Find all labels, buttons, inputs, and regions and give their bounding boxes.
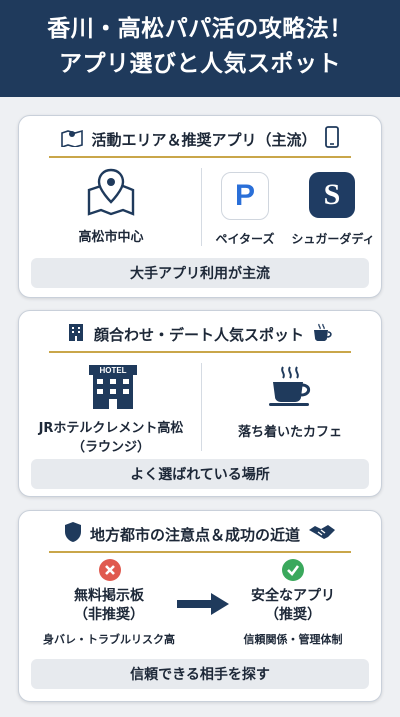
card1-separator <box>201 168 202 246</box>
card2-separator <box>201 363 202 451</box>
card3-divider <box>49 551 351 553</box>
spot2-label: 落ち着いたカフェ <box>237 425 342 440</box>
area-apps-card: 活動エリア＆推奨アプリ（主流） 高松市中心 P ペイターズ S シュガーダディ … <box>18 115 382 298</box>
error-x-icon <box>99 559 121 585</box>
hotel-sign-text: HOTEL <box>99 366 126 375</box>
card2-divider <box>49 351 351 353</box>
map-icon <box>61 127 84 151</box>
hotel-icon: HOTEL <box>85 363 141 413</box>
card3-footer-bar: 信頼できる相手を探す <box>31 659 369 689</box>
handshake-icon <box>308 522 336 546</box>
tips-card: 地方都市の注意点＆成功の近道 無料掲示板 （非推奨） 身バレ・トラブルリスク高 … <box>18 510 382 702</box>
bad-option-note: 身バレ・トラブルリスク高 <box>43 633 175 646</box>
bad-option-title: 無料掲示板 （非推奨） <box>74 588 144 623</box>
building-icon <box>66 322 86 346</box>
card2-footer-bar: よく選ばれている場所 <box>31 459 369 489</box>
smartphone-icon <box>324 126 339 152</box>
coffee-cup-icon <box>312 322 334 346</box>
card2-title: 顔合わせ・デート人気スポット <box>93 325 304 344</box>
area-label: 高松市中心 <box>78 230 144 245</box>
good-option-note: 信頼関係・管理体制 <box>243 633 343 646</box>
header-title-line1: 香川・高松パパ活の攻略法！ <box>47 16 353 42</box>
card1-title: 活動エリア＆推奨アプリ（主流） <box>91 130 317 149</box>
page-header: 香川・高松パパ活の攻略法！ アプリ選びと人気スポット <box>0 0 400 97</box>
date-spots-card: 顔合わせ・デート人気スポット HOTEL JRホテルクレメント高松 （ラウンジ）… <box>18 310 382 497</box>
shield-icon <box>64 521 82 547</box>
sugardaddy-app-name: シュガーダディ <box>291 232 375 246</box>
card3-title-row: 地方都市の注意点＆成功の近道 <box>19 521 381 547</box>
paters-app-icon[interactable]: P <box>221 172 269 220</box>
card1-title-row: 活動エリア＆推奨アプリ（主流） <box>19 126 381 152</box>
card1-divider <box>49 156 351 158</box>
card1-footer-bar: 大手アプリ利用が主流 <box>31 258 369 288</box>
good-option-title: 安全なアプリ （推奨） <box>251 588 335 623</box>
sugardaddy-app-icon[interactable]: S <box>309 172 355 218</box>
spot1-label: JRホテルクレメント高松 （ラウンジ） <box>38 421 184 455</box>
check-icon <box>282 559 304 585</box>
map-pin-icon <box>83 168 139 222</box>
card2-title-row: 顔合わせ・デート人気スポット <box>19 321 381 347</box>
paters-app-name: ペイターズ <box>215 232 275 246</box>
coffee-icon <box>269 365 313 411</box>
header-title-line2: アプリ選びと人気スポット <box>59 51 341 77</box>
card3-title: 地方都市の注意点＆成功の近道 <box>89 525 300 544</box>
